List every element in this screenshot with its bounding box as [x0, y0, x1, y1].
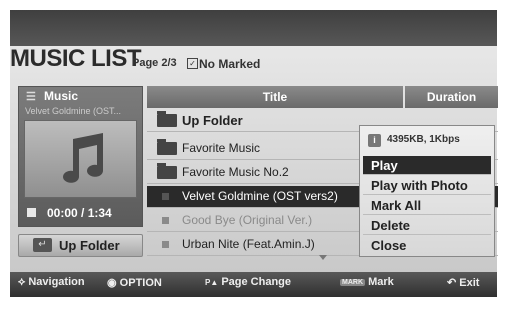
music-file-icon: [162, 241, 169, 248]
folder-icon: [157, 163, 177, 179]
page-change-label: Page Change: [221, 276, 292, 288]
scroll-down-icon[interactable]: [319, 255, 327, 260]
list-item-label: Favorite Music No.2: [182, 165, 289, 179]
music-folder-icon: ☰: [26, 91, 36, 103]
up-folder-icon: [157, 111, 177, 127]
option-label: OPTION: [119, 277, 162, 289]
menu-item-delete[interactable]: Delete: [363, 216, 491, 235]
menu-item-close[interactable]: Close: [363, 236, 491, 255]
option-dot-icon: ◉: [107, 277, 117, 289]
marked-status: No Marked: [199, 57, 261, 71]
footer-option: ◉ OPTION: [107, 276, 162, 289]
up-folder-button-label: Up Folder: [59, 238, 120, 253]
page-key-icon: P▲: [205, 278, 219, 287]
list-item-label: Up Folder: [182, 113, 243, 128]
music-file-icon: [162, 217, 169, 224]
footer-exit: ↶ Exit: [447, 276, 479, 289]
page-title: MUSIC LIST: [10, 45, 142, 72]
up-folder-icon: ↵: [33, 238, 52, 252]
music-file-icon: [162, 193, 169, 200]
list-item-label: Good Bye (Original Ver.): [182, 213, 313, 227]
footer-mark: MARK Mark: [340, 276, 394, 288]
top-band: [10, 10, 497, 46]
music-header: ☰ Music: [19, 87, 142, 105]
option-menu: i 4395KB, 1Kbps Play Play with Photo Mar…: [359, 125, 495, 257]
list-item-label: Urban Nite (Feat.Amin.J): [182, 237, 315, 251]
page-indicator: Page 2/3: [132, 57, 177, 69]
mark-key-badge: MARK: [340, 278, 365, 286]
footer-page-change: P▲ Page Change: [205, 276, 291, 288]
now-playing-panel: ☰ Music Velvet Goldmine (OST... 00:00 / …: [18, 86, 143, 227]
music-note-icon: [63, 133, 103, 183]
album-art: [24, 120, 137, 198]
playback-time-row: 00:00 / 1:34: [24, 204, 139, 222]
now-playing-file: Velvet Goldmine (OST...: [25, 106, 122, 116]
navigation-label: Navigation: [28, 276, 85, 288]
menu-item-play-with-photo[interactable]: Play with Photo: [363, 176, 491, 195]
exit-label: Exit: [459, 277, 480, 289]
menu-item-play[interactable]: Play: [363, 156, 491, 175]
menu-item-mark-all[interactable]: Mark All: [363, 196, 491, 215]
playback-time: 00:00 / 1:34: [47, 206, 112, 220]
mark-label: Mark: [368, 276, 394, 288]
stop-icon: [27, 208, 36, 217]
up-folder-button[interactable]: ↵ Up Folder: [18, 234, 143, 257]
column-header-duration: Duration: [405, 86, 498, 108]
checkbox-icon: ✓: [187, 58, 198, 69]
navigation-arrows-icon: ⟡: [18, 276, 26, 288]
list-item-label: Velvet Goldmine (OST vers2): [182, 189, 338, 203]
back-arrow-icon: ↶: [447, 277, 457, 289]
list-item-label: Favorite Music: [182, 141, 261, 155]
folder-icon: [157, 139, 177, 155]
info-icon: i: [368, 134, 381, 147]
music-label: Music: [44, 89, 79, 103]
footer-navigation: ⟡ Navigation: [18, 276, 85, 289]
file-info: 4395KB, 1Kbps: [387, 134, 460, 145]
column-header-title: Title: [147, 86, 403, 108]
